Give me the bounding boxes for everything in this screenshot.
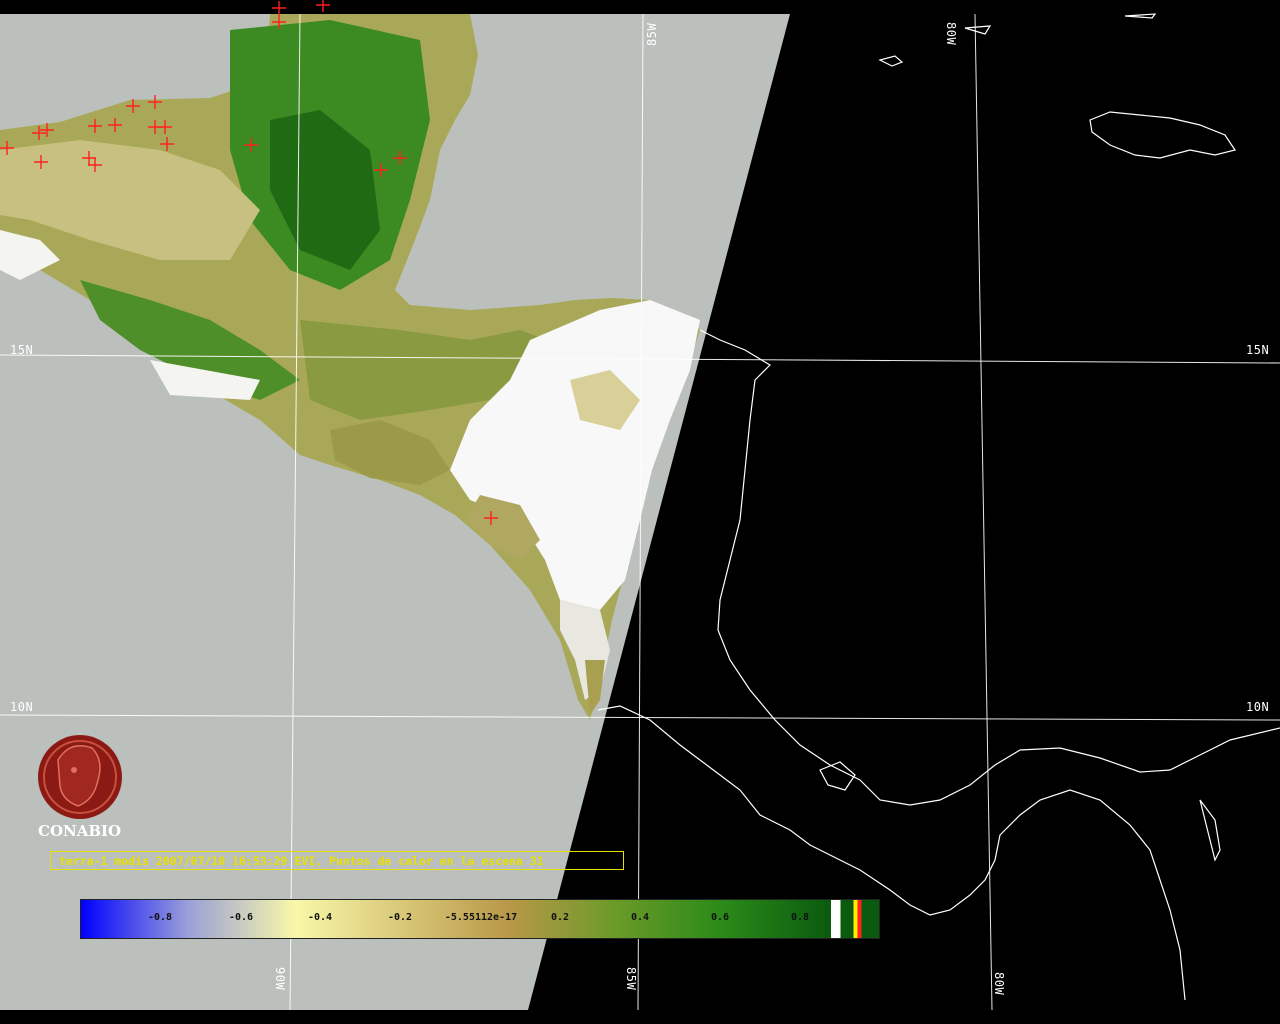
colorbar-tick-label: 0.6 — [710, 912, 730, 923]
colorbar-tick-label: 0.8 — [790, 912, 810, 923]
colorbar-tick-label: -5.55112e-17 — [444, 912, 518, 923]
lat-label-10n-right: 10N — [1246, 700, 1270, 714]
colorbar-tick-label: -0.8 — [147, 912, 173, 923]
conabio-macaw-logo-icon — [38, 735, 122, 819]
conabio-logo-text: CONABIO — [38, 822, 122, 840]
colorbar-tick-label: 0.2 — [550, 912, 570, 923]
colorbar-tick-label: 0.4 — [630, 912, 650, 923]
colorbar-tick-label: -0.4 — [307, 912, 333, 923]
colorbar-tick-label: -0.6 — [228, 912, 254, 923]
lon-label-80w-top: 80W — [944, 22, 958, 46]
colorbar-tick-label: -0.2 — [387, 912, 413, 923]
lat-label-15n-left: 15N — [10, 343, 34, 357]
image-caption: terra-1 modis 2007/07/10 16:53:29 EVI, P… — [50, 851, 624, 870]
lat-label-15n-right: 15N — [1246, 343, 1270, 357]
lat-label-10n-left: 10N — [10, 700, 34, 714]
lon-label-90w-bottom: 90W — [273, 967, 287, 991]
satellite-map — [0, 0, 1280, 1024]
lon-label-85w-top: 85W — [645, 22, 659, 46]
lon-label-85w-bottom: 85W — [624, 967, 638, 991]
lon-label-80w-bottom: 80W — [992, 972, 1006, 996]
